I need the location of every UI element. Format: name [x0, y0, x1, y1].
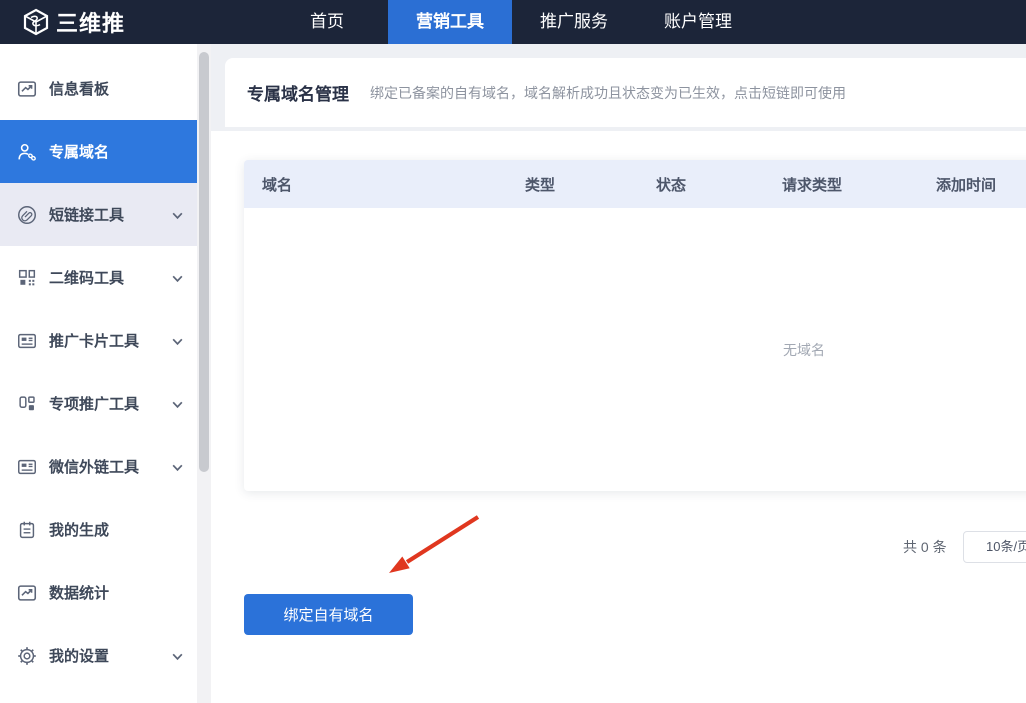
dashboard-chart-icon — [16, 78, 38, 100]
nav-item-promotion-services[interactable]: 推广服务 — [512, 0, 636, 44]
sidebar-item-special-promo-tools[interactable]: 专项推广工具 — [0, 372, 197, 435]
total-count-text: 共 0 条 — [903, 531, 947, 563]
chevron-down-icon — [171, 209, 184, 222]
sidebar-item-label: 我的生成 — [49, 519, 109, 540]
sidebar-item-exclusive-domain[interactable]: 专属域名 — [0, 120, 197, 183]
bind-domain-button[interactable]: 绑定自有域名 — [244, 594, 413, 635]
chevron-down-icon — [171, 650, 184, 663]
column-header-status: 状态 — [656, 174, 782, 195]
sidebar-item-label: 数据统计 — [49, 582, 109, 603]
top-nav: 三维推 首页 营销工具 推广服务 账户管理 — [0, 0, 1026, 44]
promo-card-icon — [16, 330, 38, 352]
table-header-row: 域名 类型 状态 请求类型 添加时间 — [244, 160, 1026, 208]
sidebar-item-label: 我的设置 — [49, 645, 109, 666]
stats-chart-icon — [16, 582, 38, 604]
page-subtitle: 绑定已备案的自有域名，域名解析成功且状态变为已生效，点击短链即可使用 — [370, 83, 846, 103]
layout-blocks-icon — [16, 393, 38, 415]
sidebar-item-label: 短链接工具 — [49, 204, 124, 225]
sidebar-item-data-statistics[interactable]: 数据统计 — [0, 561, 197, 624]
column-header-add-time: 添加时间 — [936, 174, 1026, 195]
sidebar-item-my-generated[interactable]: 我的生成 — [0, 498, 197, 561]
sidebar-scrollbar-thumb[interactable] — [199, 52, 209, 472]
qrcode-icon — [16, 267, 38, 289]
wechat-link-card-icon — [16, 456, 38, 478]
table-empty-body: 无域名 — [244, 208, 1026, 491]
sidebar-item-label: 专项推广工具 — [49, 393, 139, 414]
gear-icon — [16, 645, 38, 667]
sidebar-item-my-settings[interactable]: 我的设置 — [0, 624, 197, 687]
column-header-domain: 域名 — [262, 174, 525, 195]
page-title: 专属域名管理 — [247, 80, 349, 105]
sidebar-item-label: 二维码工具 — [49, 267, 124, 288]
sidebar-item-label: 推广卡片工具 — [49, 330, 139, 351]
brand-name: 三维推 — [56, 6, 125, 38]
sidebar-item-qrcode-tools[interactable]: 二维码工具 — [0, 246, 197, 309]
paperclip-icon — [16, 204, 38, 226]
nav-item-marketing-tools[interactable]: 营销工具 — [388, 0, 512, 44]
chevron-down-icon — [171, 272, 184, 285]
domain-table: 域名 类型 状态 请求类型 添加时间 无域名 — [244, 160, 1026, 491]
sidebar-item-short-link-tools[interactable]: 短链接工具 — [0, 183, 197, 246]
page-size-select[interactable]: 10条/页 — [963, 531, 1026, 563]
nav-item-account-management[interactable]: 账户管理 — [636, 0, 760, 44]
sidebar-scrollbar-track[interactable] — [197, 44, 211, 703]
sidebar-item-promo-card-tools[interactable]: 推广卡片工具 — [0, 309, 197, 372]
main-content: 专属域名管理 绑定已备案的自有域名，域名解析成功且状态变为已生效，点击短链即可使… — [211, 44, 1026, 703]
sidebar-item-label: 微信外链工具 — [49, 456, 139, 477]
sidebar-item-label: 信息看板 — [49, 78, 109, 99]
chevron-down-icon — [171, 335, 184, 348]
chevron-down-icon — [171, 461, 184, 474]
cube-logo-icon — [22, 8, 50, 36]
sidebar-item-label: 专属域名 — [49, 141, 109, 162]
sidebar: 信息看板 专属域名 短链接工具 二维码工具 — [0, 44, 197, 703]
chevron-down-icon — [171, 398, 184, 411]
empty-state-text: 无域名 — [783, 340, 825, 360]
column-header-type: 类型 — [525, 174, 656, 195]
sidebar-item-info-dashboard[interactable]: 信息看板 — [0, 57, 197, 120]
user-link-icon — [16, 141, 38, 163]
column-header-request-type: 请求类型 — [782, 174, 936, 195]
clipboard-icon — [16, 519, 38, 541]
page-header-zone: 专属域名管理 绑定已备案的自有域名，域名解析成功且状态变为已生效，点击短链即可使… — [211, 44, 1026, 131]
pagination-bar: 共 0 条 10条/页 — [211, 531, 1026, 563]
sidebar-item-wechat-link-tools[interactable]: 微信外链工具 — [0, 435, 197, 498]
nav-item-home[interactable]: 首页 — [280, 0, 374, 44]
brand-logo[interactable]: 三维推 — [22, 0, 125, 44]
page-header-card: 专属域名管理 绑定已备案的自有域名，域名解析成功且状态变为已生效，点击短链即可使… — [225, 58, 1026, 127]
